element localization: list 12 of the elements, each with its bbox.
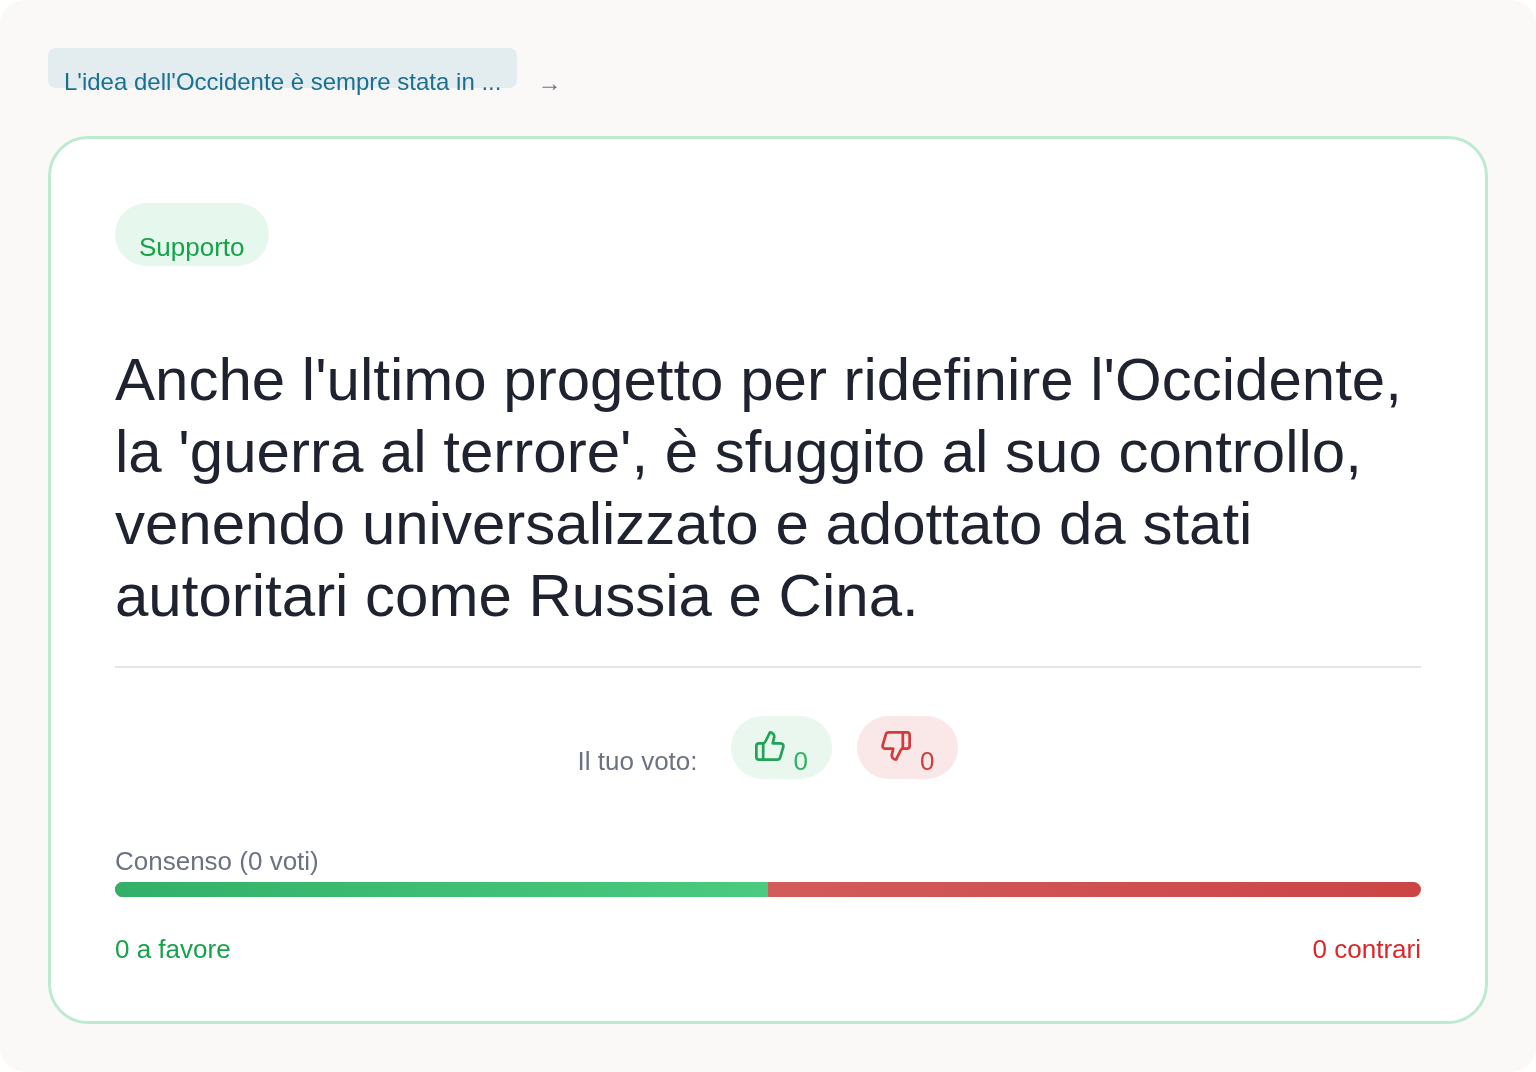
- against-count: 0 contrari: [1312, 934, 1421, 965]
- stance-badge: Supporto: [115, 203, 269, 266]
- consensus-label: Consenso (0 voti): [115, 847, 320, 877]
- claim-text: Anche l'ultimo progetto per ridefinire l'Occidente, la 'guerra al terrore', è sfuggito al suo controllo, venendo universalizzato e adottato da stati autoritari come Russia e Cina.: [115, 345, 1403, 631]
- thumbs-up-icon: [754, 731, 785, 761]
- downvote-button[interactable]: 0: [857, 716, 959, 779]
- arrow-icon: →: [537, 48, 562, 97]
- breadcrumb-link[interactable]: L'idea dell'Occidente è sempre stata in ...: [48, 48, 518, 97]
- favor-count: 0 a favore: [115, 934, 231, 965]
- upvote-button[interactable]: 0: [730, 716, 832, 779]
- thumbs-down-icon: [881, 731, 911, 761]
- vote-label: Il tuo voto:: [577, 747, 698, 779]
